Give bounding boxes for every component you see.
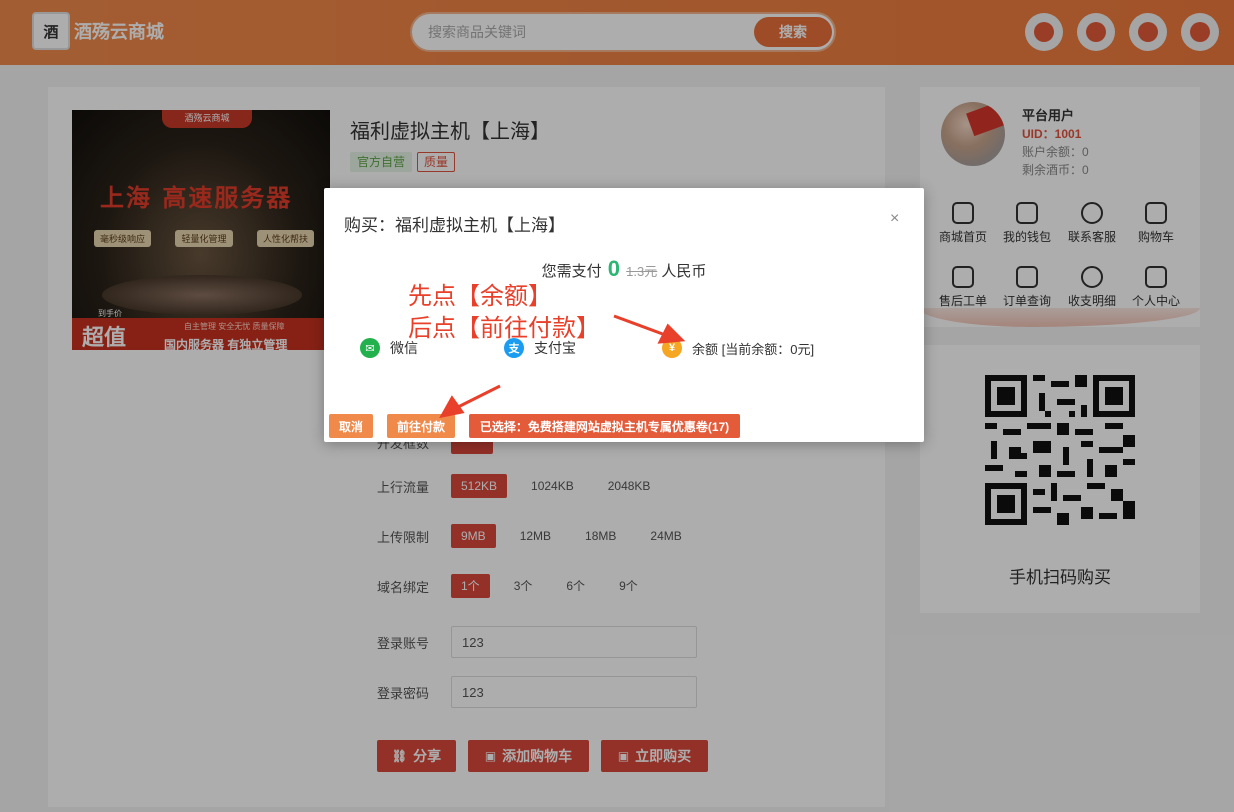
pay-method-wechat[interactable]: ✉ 微信 xyxy=(360,338,418,358)
go-pay-button[interactable]: 前往付款 xyxy=(387,414,455,438)
wallet-icon: ¥ xyxy=(662,338,682,358)
pay-original-price: 1.3元 xyxy=(626,264,658,279)
close-icon[interactable]: × xyxy=(890,210,899,228)
pay-method-label: 余额 [当前余额：0元] xyxy=(692,341,815,357)
wechat-icon: ✉ xyxy=(360,338,380,358)
pay-method-label: 微信 xyxy=(390,340,418,356)
pay-amount: 0 xyxy=(607,256,620,281)
pay-method-alipay[interactable]: 支 支付宝 xyxy=(504,338,576,358)
alipay-icon: 支 xyxy=(504,338,524,358)
annotation-step1: 先点【余额】 xyxy=(408,283,552,310)
modal-title: 购买：福利虚拟主机【上海】 xyxy=(344,216,565,235)
coupon-button[interactable]: 已选择：免费搭建网站虚拟主机专属优惠卷(17) xyxy=(469,414,740,438)
purchase-modal: 购买：福利虚拟主机【上海】 × 您需支付 0 1.3元 人民币 先点【余额】 后… xyxy=(324,188,924,442)
pay-suffix: 人民币 xyxy=(661,263,707,280)
pay-method-balance[interactable]: ¥ 余额 [当前余额：0元] xyxy=(662,338,814,358)
cancel-button[interactable]: 取消 xyxy=(329,414,373,438)
pay-method-label: 支付宝 xyxy=(534,340,576,356)
